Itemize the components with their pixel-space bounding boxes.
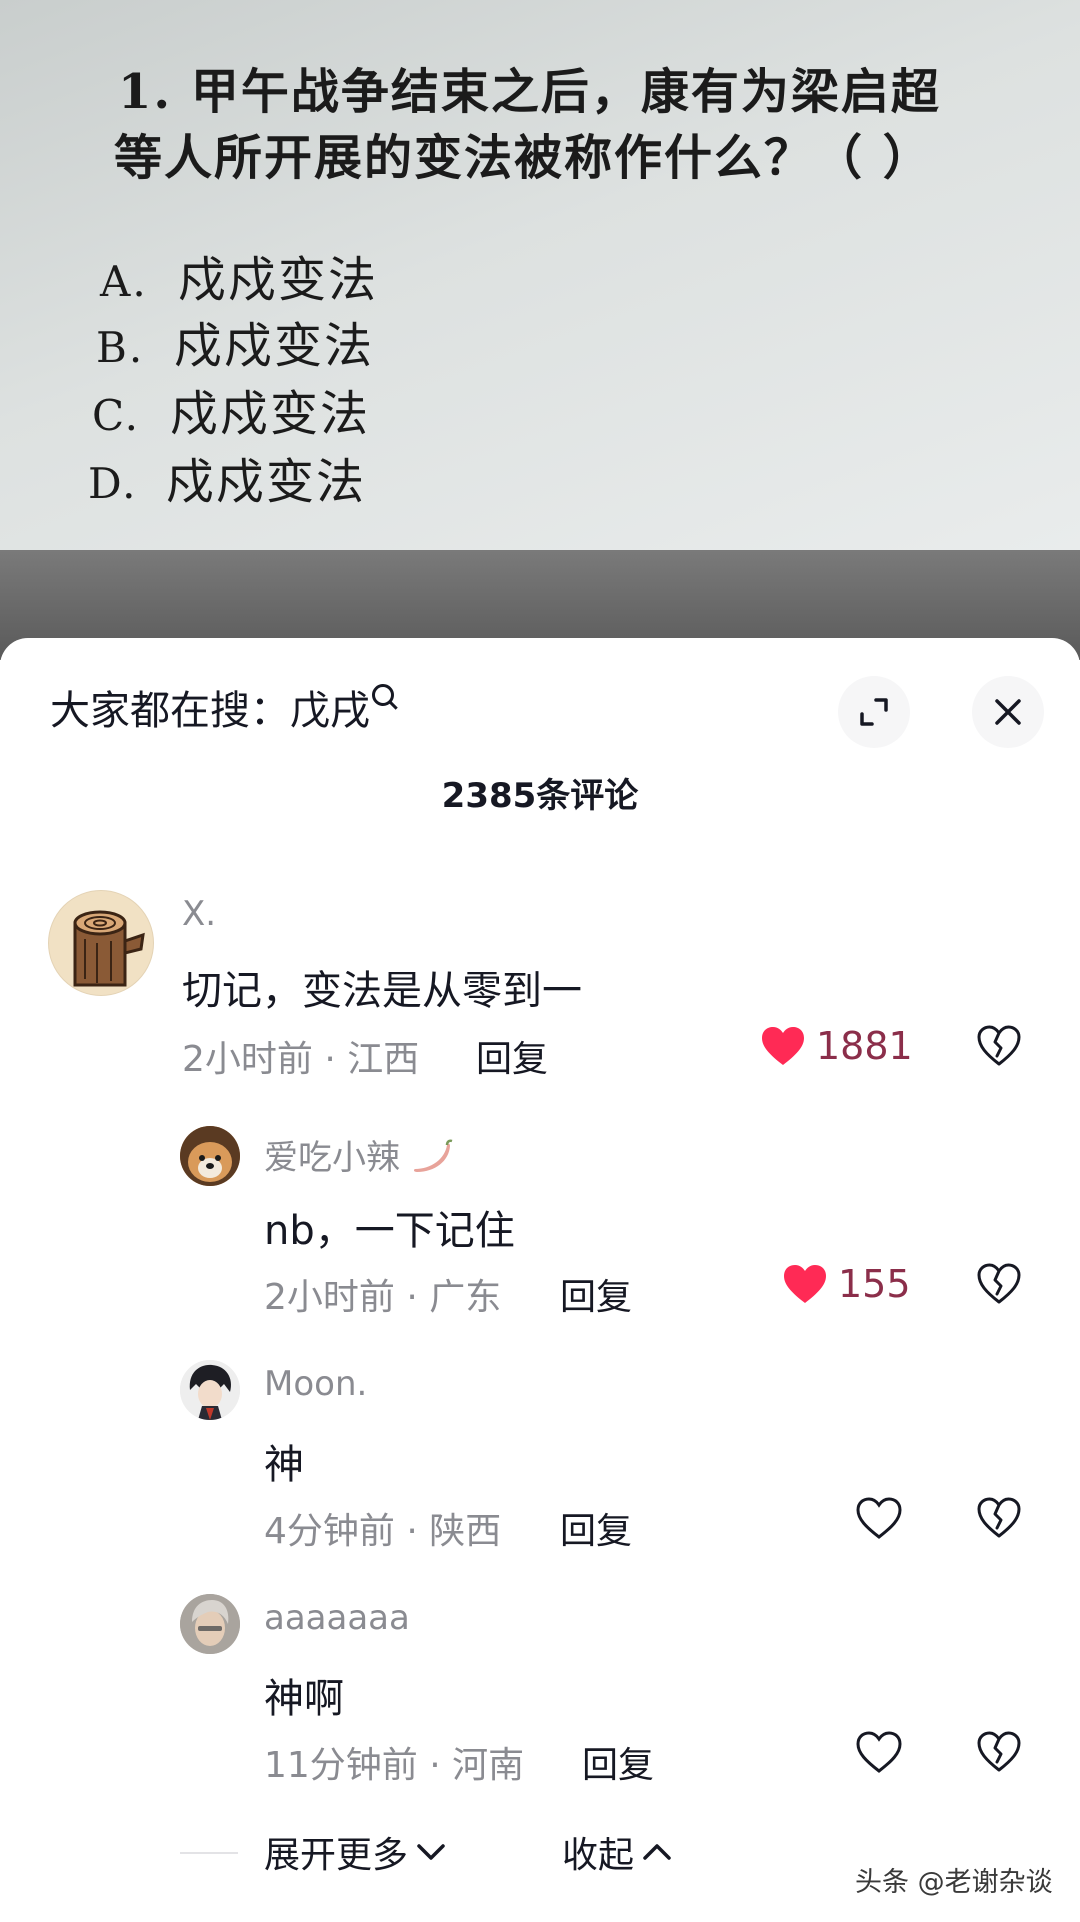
like-button[interactable]: 1881 (760, 1024, 913, 1068)
broken-heart-icon (977, 1497, 1021, 1538)
reply-button[interactable]: 回复 (560, 1502, 632, 1554)
like-count: 1881 (816, 1024, 913, 1068)
comment-item: X. 切记，变法是从零到一 2小时前 · 江西 回复 1881 (0, 890, 1080, 1080)
option-text: 戍戍变法 (170, 386, 371, 442)
question-line-2: 等人所开展的变法被称作什么？（ ） (114, 130, 933, 186)
dislike-button[interactable] (976, 1262, 1022, 1310)
comment-text: 切记，变法是从零到一 (182, 968, 582, 1014)
comment-time-location: 2小时前 · 江西 (182, 1039, 420, 1080)
option-text: 戍戍变法 (178, 252, 379, 308)
broken-heart-icon (977, 1025, 1021, 1066)
option-key: C. (92, 391, 140, 440)
comment-username[interactable]: 爱吃小辣 (264, 1130, 453, 1179)
comment-text: nb，一下记住 (264, 1208, 515, 1254)
watermark: 头条 @老谢杂谈 (855, 1867, 1053, 1898)
option-key: B. (96, 323, 145, 372)
reply-comment-item: 爱吃小辣 nb，一下记住 2小时前 · 广东 回复 155 (0, 1126, 1080, 1318)
option-key: A. (100, 257, 148, 306)
collapse-button[interactable]: 收起 (562, 1826, 672, 1878)
option-key: D. (88, 459, 138, 508)
dislike-button[interactable] (976, 1024, 1022, 1072)
anime-character-avatar[interactable] (180, 1360, 240, 1420)
option-d: D. 戍戍变法 (88, 442, 366, 512)
like-button[interactable] (855, 1730, 903, 1774)
expand-more-label: 展开更多 (264, 1835, 409, 1876)
comment-time-location: 4分钟前 · 陕西 (264, 1511, 502, 1552)
option-b: B. 戍戍变法 (96, 306, 374, 376)
reply-button[interactable]: 回复 (560, 1268, 632, 1320)
username-text: 爱吃小辣 (264, 1138, 400, 1178)
comment-time-location: 11分钟前 · 河南 (264, 1745, 525, 1786)
question-line-1: 1. 甲午战争结束之后，康有为梁启超 (118, 64, 941, 120)
search-icon (372, 684, 394, 706)
dislike-button[interactable] (976, 1496, 1022, 1544)
video-frame: 1. 甲午战争结束之后，康有为梁启超 等人所开展的变法被称作什么？（ ） A. 戍… (0, 0, 1080, 660)
reply-comment-item: Moon. 神 4分钟前 · 陕西 回复 (0, 1360, 1080, 1552)
heart-outline-icon (856, 1731, 902, 1773)
comment-text: 神啊 (264, 1676, 344, 1722)
collapse-label: 收起 (562, 1835, 635, 1876)
divider (180, 1852, 238, 1854)
chili-pepper-icon (413, 1139, 453, 1172)
search-suggestion[interactable]: 大家都在搜：戊戌 (50, 678, 394, 736)
reply-comment-item: aaaaaaa 神啊 11分钟前 · 河南 回复 (0, 1594, 1080, 1786)
like-button[interactable]: 155 (782, 1262, 911, 1306)
comment-username[interactable]: X. (182, 894, 216, 934)
chevron-up-icon (643, 1844, 671, 1860)
option-a: A. 戍戍变法 (100, 240, 378, 310)
person-photo-avatar[interactable] (180, 1594, 240, 1654)
comment-username[interactable]: Moon. (264, 1364, 367, 1404)
close-icon (995, 699, 1021, 725)
heart-outline-icon (856, 1497, 902, 1539)
search-term[interactable]: 戊戌 (290, 688, 370, 734)
broken-heart-icon (977, 1263, 1021, 1304)
dislike-button[interactable] (976, 1730, 1022, 1778)
option-c: C. 戍戍变法 (92, 374, 370, 444)
like-count: 155 (838, 1262, 911, 1306)
comment-sheet: 大家都在搜：戊戌 2385条评论 X. 切记，变法是从零到一 2小时前 · 江西 (0, 638, 1080, 1922)
reply-button[interactable]: 回复 (582, 1736, 654, 1788)
broken-heart-icon (977, 1731, 1021, 1772)
reply-button[interactable]: 回复 (476, 1030, 548, 1082)
heart-filled-icon (784, 1265, 826, 1303)
chevron-down-icon (417, 1844, 445, 1860)
expand-icon (860, 698, 888, 726)
comment-count: 2385条评论 (441, 776, 639, 816)
heart-filled-icon (762, 1027, 804, 1065)
like-button[interactable] (855, 1496, 903, 1540)
comment-text: 神 (264, 1442, 304, 1488)
search-prefix: 大家都在搜： (50, 688, 290, 734)
exam-paper: 1. 甲午战争结束之后，康有为梁启超 等人所开展的变法被称作什么？（ ） A. 戍… (0, 0, 1080, 550)
option-text: 戍戍变法 (174, 318, 375, 374)
close-button[interactable] (972, 676, 1044, 748)
expand-button[interactable] (838, 676, 910, 748)
expand-more-button[interactable]: 展开更多 (264, 1826, 446, 1878)
option-text: 戍戍变法 (166, 454, 367, 510)
comment-time-location: 2小时前 · 广东 (264, 1277, 502, 1318)
tree-stump-avatar[interactable] (48, 890, 154, 996)
dog-avatar[interactable] (180, 1126, 240, 1186)
comment-username[interactable]: aaaaaaa (264, 1598, 410, 1638)
